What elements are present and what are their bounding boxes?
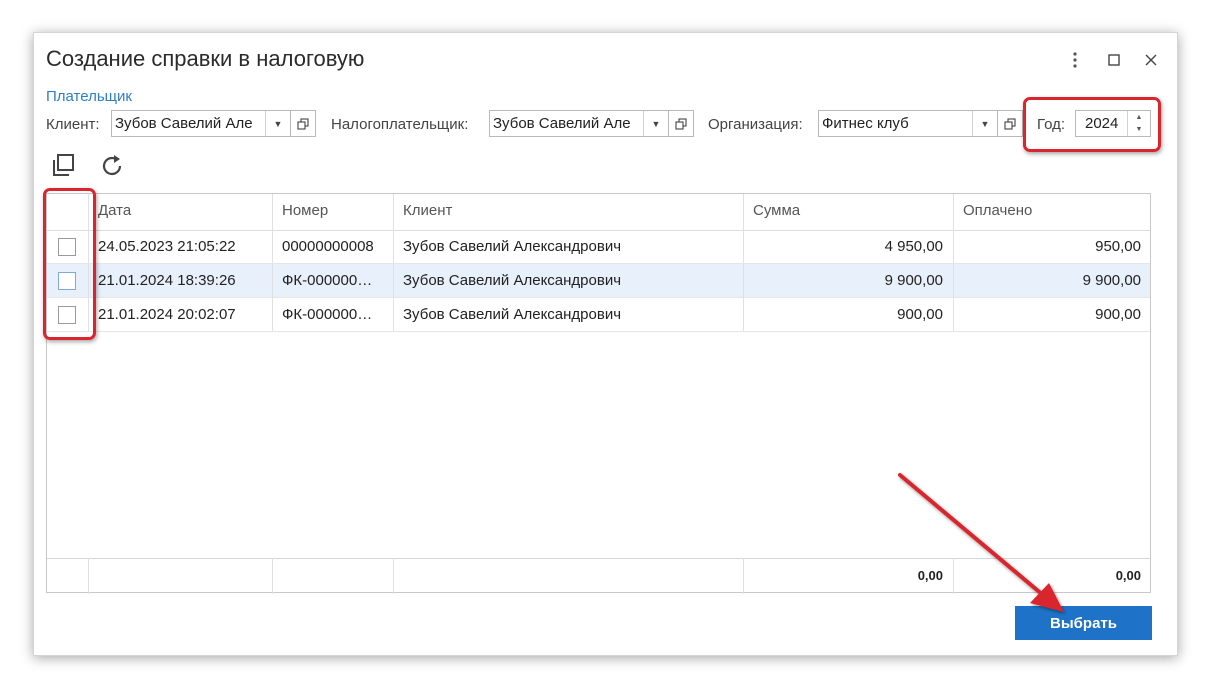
table-cell-date: 24.05.2023 21:05:22 bbox=[98, 238, 236, 255]
table-cell-number: ФК-000000… bbox=[282, 306, 373, 323]
year-highlight bbox=[1023, 97, 1161, 152]
dialog: Создание справки в налоговую Плательщик … bbox=[33, 32, 1178, 656]
close-icon[interactable] bbox=[1140, 49, 1162, 71]
table-cell-sum: 900,00 bbox=[897, 306, 943, 323]
refresh-icon[interactable] bbox=[100, 153, 126, 179]
table-cell-paid: 900,00 bbox=[1095, 306, 1141, 323]
footer-paid-total: 0,00 bbox=[1115, 568, 1141, 583]
table-cell-paid: 9 900,00 bbox=[1082, 272, 1141, 289]
chevron-down-icon[interactable]: ▼ bbox=[643, 111, 668, 136]
chevron-down-icon[interactable]: ▼ bbox=[972, 111, 997, 136]
chevron-down-icon[interactable]: ▼ bbox=[265, 111, 290, 136]
open-window-icon bbox=[675, 117, 687, 130]
footer-sum-total: 0,00 bbox=[917, 568, 943, 583]
column-header-sum[interactable]: Сумма bbox=[743, 194, 953, 228]
copy-icon[interactable] bbox=[50, 153, 76, 179]
open-client-button[interactable] bbox=[290, 110, 316, 137]
checkbox-highlight bbox=[43, 188, 96, 340]
filter-row: Клиент: Зубов Савелий Але ▼ Налогоплател… bbox=[46, 110, 1166, 139]
table-cell-date: 21.01.2024 20:02:07 bbox=[98, 306, 236, 323]
organization-combo[interactable]: Фитнес клуб ▼ bbox=[818, 110, 998, 137]
taxpayer-combo[interactable]: Зубов Савелий Але ▼ bbox=[489, 110, 669, 137]
column-header-number[interactable]: Номер bbox=[272, 194, 393, 228]
column-header-paid[interactable]: Оплачено bbox=[953, 194, 1151, 228]
column-header-client[interactable]: Клиент bbox=[393, 194, 743, 228]
taxpayer-label: Налогоплательщик: bbox=[331, 116, 469, 133]
organization-input[interactable]: Фитнес клуб bbox=[819, 111, 972, 136]
client-input[interactable]: Зубов Савелий Але bbox=[112, 111, 265, 136]
payer-link[interactable]: Плательщик bbox=[46, 88, 132, 105]
open-window-icon bbox=[1004, 117, 1016, 130]
table-cell-sum: 9 900,00 bbox=[884, 272, 943, 289]
select-button[interactable]: Выбрать bbox=[1015, 606, 1152, 640]
maximize-icon[interactable] bbox=[1103, 49, 1125, 71]
open-organization-button[interactable] bbox=[997, 110, 1023, 137]
table-cell-sum: 4 950,00 bbox=[884, 238, 943, 255]
client-combo[interactable]: Зубов Савелий Але ▼ bbox=[111, 110, 291, 137]
taxpayer-input[interactable]: Зубов Савелий Але bbox=[490, 111, 643, 136]
table-cell-client: Зубов Савелий Александрович bbox=[403, 272, 622, 289]
table-cell-date: 21.01.2024 18:39:26 bbox=[98, 272, 236, 289]
table-cell-number: 00000000008 bbox=[282, 238, 374, 255]
table-cell-paid: 950,00 bbox=[1095, 238, 1141, 255]
column-header-date[interactable]: Дата bbox=[88, 194, 272, 228]
organization-label: Организация: bbox=[708, 116, 803, 133]
table-cell-number: ФК-000000… bbox=[282, 272, 373, 289]
open-taxpayer-button[interactable] bbox=[668, 110, 694, 137]
client-label: Клиент: bbox=[46, 116, 100, 133]
open-window-icon bbox=[297, 117, 309, 130]
dialog-title: Создание справки в налоговую bbox=[46, 46, 365, 71]
more-vertical-icon[interactable] bbox=[1064, 49, 1086, 71]
table-cell-client: Зубов Савелий Александрович bbox=[403, 238, 622, 255]
documents-table: Дата Номер Клиент Сумма Оплачено 24.05.2… bbox=[46, 193, 1151, 594]
table-cell-client: Зубов Савелий Александрович bbox=[403, 306, 622, 323]
